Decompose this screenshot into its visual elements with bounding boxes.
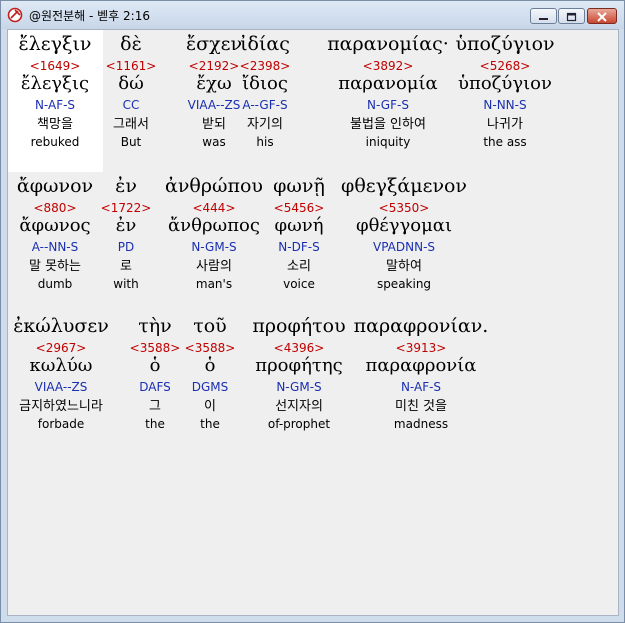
app-window: @원전분해 - 벧후 2:16 ἔλεγξιν <1649> ἔλεγξις N-AF… [0, 0, 625, 623]
maximize-button[interactable] [558, 8, 585, 24]
minimize-button[interactable] [530, 8, 557, 24]
word-lemma: ὑποζύγιον [458, 73, 552, 94]
word-strongs: <3913> [395, 341, 447, 355]
word-strongs: <5268> [479, 59, 531, 73]
word-greek[interactable]: ὑποζύγιον [425, 33, 585, 55]
word-strongs: <5350> [378, 201, 430, 215]
title-bar[interactable]: @원전분해 - 벧후 2:16 [1, 1, 624, 29]
word-lemma: παραφρονία [365, 355, 477, 376]
maximize-icon [566, 12, 577, 22]
word-korean: 나귀가 [487, 117, 523, 132]
word-korean: 미친 것을 [395, 399, 447, 414]
word-parsing: VPADNN-S [372, 240, 436, 254]
analysis-panel[interactable]: ἔλεγξιν <1649> ἔλεγξις N-AF-S 책망을 rebuked δὲ <1… [7, 29, 619, 616]
word-parsing: N-AF-S [400, 380, 442, 394]
close-button[interactable] [587, 8, 617, 24]
word-korean: 말하여 [386, 259, 422, 274]
close-icon [597, 12, 607, 22]
word-greek[interactable]: παραφρονίαν. [341, 315, 501, 337]
word-parsing: N-NN-S [483, 98, 527, 112]
word-greek[interactable]: φθεγξάμενον [324, 175, 484, 197]
word-lemma: φθέγγομαι [355, 215, 453, 236]
app-icon[interactable] [7, 7, 23, 23]
window-title: @원전분해 - 벧후 2:16 [29, 9, 150, 23]
word-english: speaking [376, 277, 432, 291]
minimize-icon [539, 18, 548, 20]
word-english: the ass [483, 135, 527, 149]
word-english: madness [393, 417, 449, 431]
